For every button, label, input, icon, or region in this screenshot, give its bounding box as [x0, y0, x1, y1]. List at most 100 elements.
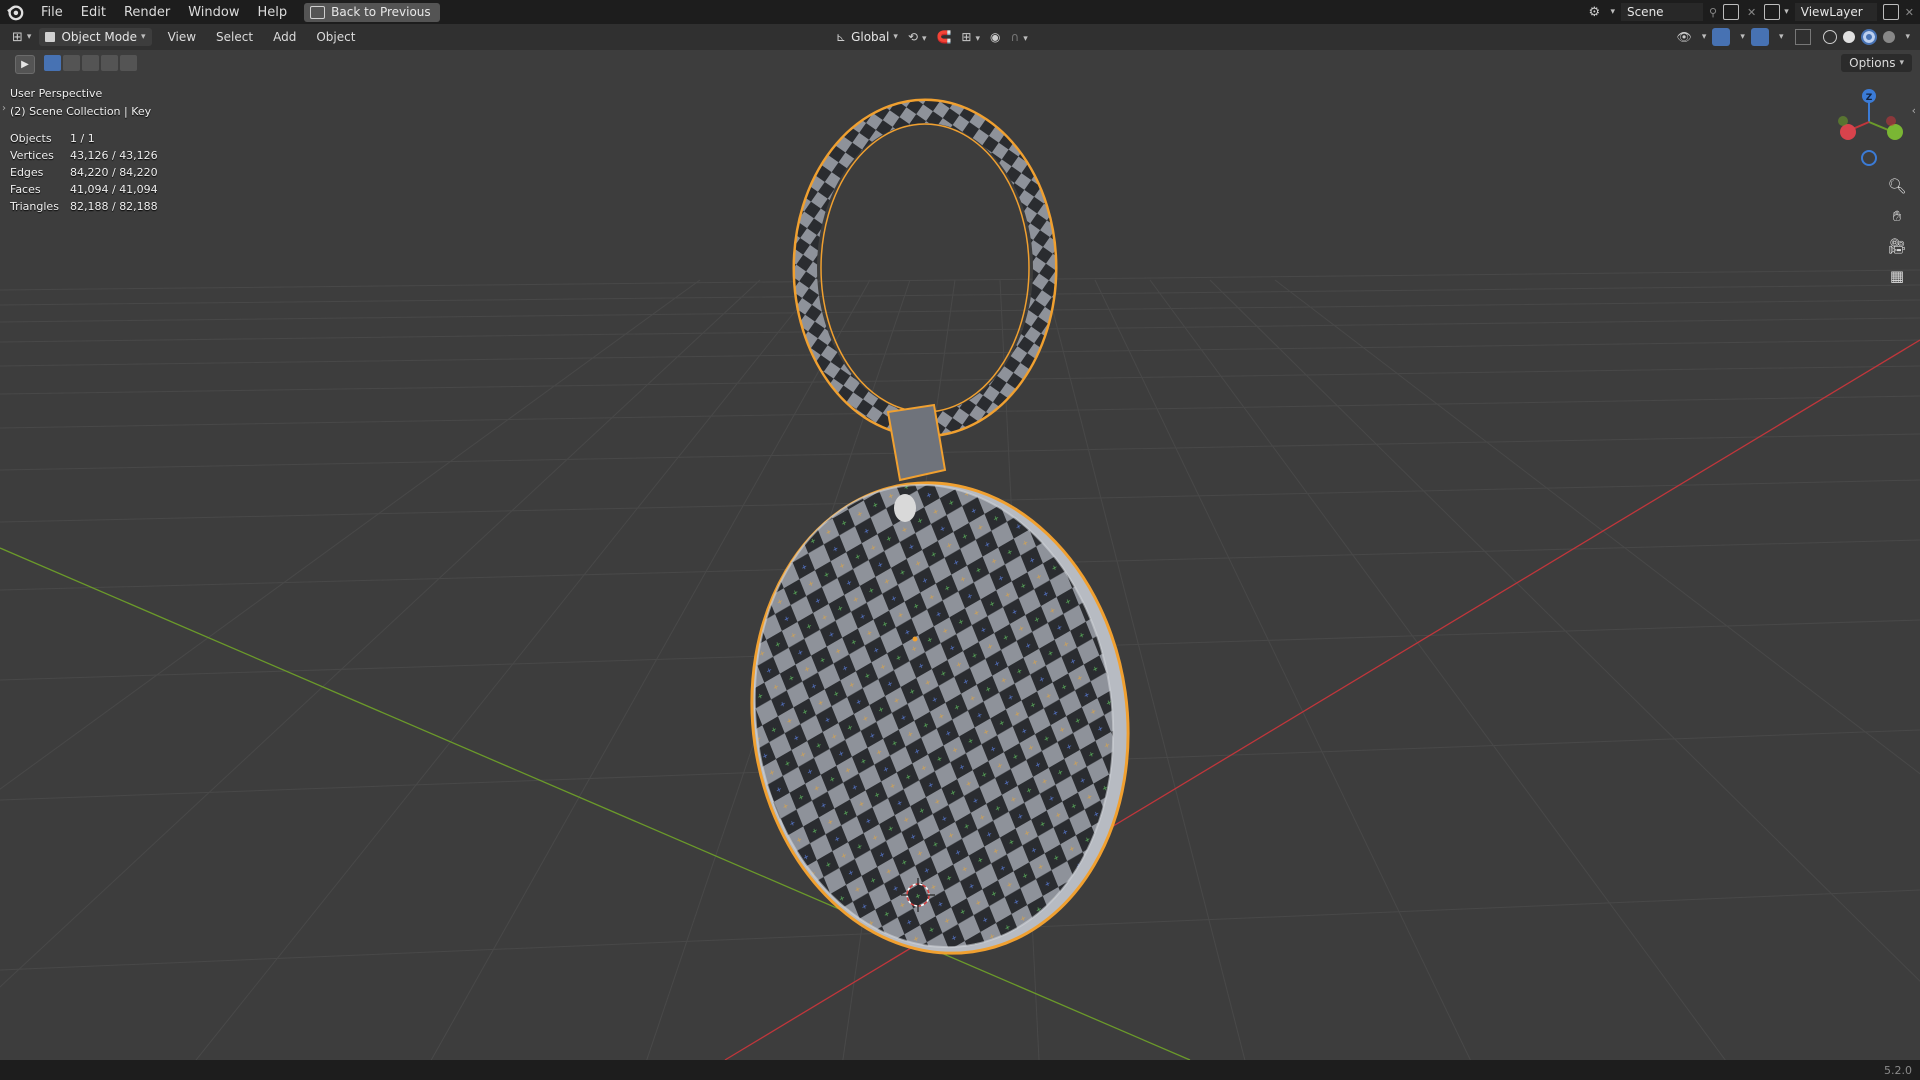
editor-type-icon[interactable]: ⊞: [12, 30, 23, 45]
orthographic-toggle-icon[interactable]: ▦: [1887, 266, 1907, 286]
chevron-down-icon: ▾: [141, 32, 146, 42]
viewport-shading-tools: 👁 ▾ ▾ ▾ ▾: [1677, 24, 1910, 50]
menu-file[interactable]: File: [32, 5, 72, 20]
wireframe-shading-icon[interactable]: [1823, 30, 1838, 44]
snap-icon[interactable]: 🧲: [936, 30, 951, 44]
status-bar: 5.2.0: [0, 1060, 1920, 1080]
viewport-info-overlay: User Perspective (2) Scene Collection | …: [10, 85, 151, 121]
chevron-down-icon[interactable]: ▾: [1740, 32, 1745, 42]
stat-value: 43,126 / 43,126: [70, 149, 158, 162]
view-layer-icon[interactable]: [1764, 4, 1781, 20]
options-label: Options: [1849, 56, 1896, 70]
chevron-down-icon[interactable]: ▾: [1610, 7, 1615, 17]
stat-value: 84,220 / 84,220: [70, 166, 158, 179]
keychain-disc: [750, 481, 1130, 955]
xray-toggle-icon[interactable]: [1795, 29, 1812, 45]
stat-value: 82,188 / 82,188: [70, 200, 158, 213]
stat-label: Objects: [10, 132, 52, 145]
visibility-icon[interactable]: 👁: [1677, 30, 1692, 44]
select-new-icon[interactable]: [44, 55, 61, 71]
zoom-icon[interactable]: 🔍︎: [1887, 176, 1907, 196]
stat-row: Edges 84,220 / 84,220: [10, 164, 158, 181]
options-dropdown[interactable]: Options ▾: [1841, 54, 1912, 72]
scene-type-icon[interactable]: ⚙: [1588, 5, 1606, 20]
overlay-toggle-icon[interactable]: [1750, 28, 1769, 46]
stat-value: 1 / 1: [70, 132, 95, 145]
scene-statistics: Objects 1 / 1 Vertices 43,126 / 43,126 Edg…: [10, 130, 158, 215]
gizmo-z-label: Z: [1866, 93, 1873, 103]
view-layer-field[interactable]: ViewLayer: [1794, 3, 1877, 21]
stat-label: Vertices: [10, 149, 54, 162]
cursor-icon: ▶: [21, 59, 29, 70]
view-layer-label: ViewLayer: [1800, 5, 1863, 19]
chevron-down-icon[interactable]: ▾: [1905, 32, 1910, 42]
back-to-previous-button[interactable]: Back to Previous: [304, 2, 440, 22]
screen-icon: [310, 5, 326, 19]
orientation-axes-icon: ⊾: [836, 30, 847, 44]
sidebar-expand-arrow-icon[interactable]: ‹: [1912, 104, 1916, 117]
select-subtract-icon[interactable]: [82, 55, 99, 71]
new-view-layer-icon[interactable]: [1882, 4, 1899, 20]
rendered-shading-icon[interactable]: [1883, 31, 1896, 43]
select-extend-icon[interactable]: [63, 55, 80, 71]
select-intersect-icon[interactable]: [120, 55, 137, 71]
chevron-down-icon: ▾: [1899, 58, 1904, 68]
close-scene-icon[interactable]: ✕: [1747, 6, 1756, 19]
chevron-down-icon: ▾: [893, 32, 898, 42]
stat-label: Triangles: [10, 200, 59, 213]
stat-row: Faces 41,094 / 41,094: [10, 181, 158, 198]
blender-logo-icon[interactable]: [6, 3, 24, 21]
viewport-canvas[interactable]: + + +: [0, 0, 1920, 1080]
solid-shading-icon[interactable]: [1843, 31, 1856, 43]
menu-object[interactable]: Object: [306, 30, 365, 44]
pin-icon[interactable]: ⚲: [1709, 6, 1717, 19]
toolbar-expand-arrow-icon[interactable]: ›: [2, 103, 6, 114]
chevron-down-icon[interactable]: ▾: [1702, 32, 1707, 42]
select-tool-button[interactable]: ▶: [15, 55, 35, 74]
transform-tools: ⊾ Global ▾ ⟲ ▾ 🧲 ⊞ ▾ ◉ ∩ ▾: [836, 24, 1028, 50]
menu-window[interactable]: Window: [179, 5, 248, 20]
top-right-controls: ⚙ ▾ Scene ⚲ ✕ ▾ ViewLayer ✕: [1588, 0, 1920, 24]
chevron-down-icon[interactable]: ▾: [1779, 32, 1784, 42]
transform-orientation-label: Global: [851, 30, 890, 44]
stat-row: Objects 1 / 1: [10, 130, 158, 147]
new-scene-icon[interactable]: [1723, 4, 1740, 20]
keychain-ring: [792, 98, 1058, 438]
pivot-point-icon[interactable]: ⟲ ▾: [908, 30, 927, 44]
select-invert-icon[interactable]: [101, 55, 118, 71]
back-to-previous-label: Back to Previous: [331, 5, 431, 19]
object-mode-icon: [45, 32, 56, 42]
version-label: 5.2.0: [1884, 1064, 1912, 1077]
menu-view[interactable]: View: [158, 30, 206, 44]
material-shading-icon[interactable]: [1861, 29, 1878, 45]
stat-value: 41,094 / 41,094: [70, 183, 158, 196]
scene-field[interactable]: Scene: [1620, 3, 1703, 21]
collection-label: (2) Scene Collection | Key: [10, 105, 152, 118]
proportional-editing-icon[interactable]: ◉: [990, 30, 1000, 44]
scene-label: Scene: [1626, 5, 1664, 19]
camera-view-icon[interactable]: 🎥︎: [1887, 236, 1907, 256]
menu-edit[interactable]: Edit: [72, 5, 115, 20]
stat-label: Edges: [10, 166, 44, 179]
selection-mode-group: [44, 55, 137, 71]
menu-render[interactable]: Render: [115, 5, 179, 20]
stat-row: Triangles 82,188 / 82,188: [10, 198, 158, 215]
viewport-navigation: 🔍︎ ✋︎ 🎥︎ ▦: [1887, 176, 1907, 286]
transform-orientation-dropdown[interactable]: ⊾ Global ▾: [836, 30, 898, 44]
close-view-layer-icon[interactable]: ✕: [1905, 6, 1914, 19]
stat-label: Faces: [10, 183, 41, 196]
falloff-icon[interactable]: ∩ ▾: [1011, 30, 1028, 44]
perspective-label: User Perspective: [10, 87, 103, 100]
chevron-down-icon[interactable]: ▾: [27, 32, 32, 42]
mode-dropdown[interactable]: Object Mode ▾: [39, 28, 152, 46]
chevron-down-icon[interactable]: ▾: [1784, 7, 1789, 17]
navigation-gizmo: Z: [1838, 89, 1903, 166]
pan-hand-icon[interactable]: ✋︎: [1887, 206, 1907, 226]
mode-label: Object Mode: [61, 30, 138, 44]
snap-target-icon[interactable]: ⊞ ▾: [961, 30, 980, 44]
menu-help[interactable]: Help: [249, 5, 297, 20]
gizmo-toggle-icon[interactable]: [1712, 28, 1731, 46]
keychain-tab: [886, 403, 947, 482]
menu-select[interactable]: Select: [206, 30, 263, 44]
menu-add[interactable]: Add: [263, 30, 306, 44]
